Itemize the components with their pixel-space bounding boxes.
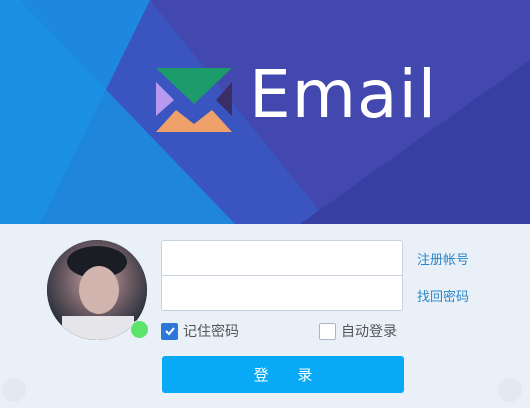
forgot-password-link[interactable]: 找回密码 [417, 286, 469, 305]
header-banner: Email [0, 0, 530, 224]
auto-login-checkbox-box[interactable] [319, 322, 336, 340]
login-button[interactable]: 登 录 [162, 356, 404, 393]
remember-password-checkbox[interactable]: 记住密码 [161, 321, 239, 341]
brand-name: Email [249, 56, 438, 133]
password-input[interactable] [162, 276, 402, 310]
auto-login-checkbox[interactable]: 自动登录 [319, 321, 397, 341]
username-input[interactable] [162, 241, 402, 275]
check-icon [164, 327, 175, 336]
password-field[interactable] [161, 275, 403, 311]
bottom-left-corner-button[interactable] [2, 378, 26, 402]
email-logo-icon [156, 68, 232, 132]
online-status-dot [130, 320, 149, 339]
auto-login-label: 自动登录 [341, 324, 397, 340]
remember-checkbox-box[interactable] [161, 322, 178, 340]
bottom-right-corner-button[interactable] [498, 378, 522, 402]
username-field[interactable] [161, 240, 403, 276]
register-account-link[interactable]: 注册帐号 [417, 249, 469, 268]
remember-password-label: 记住密码 [183, 324, 239, 340]
